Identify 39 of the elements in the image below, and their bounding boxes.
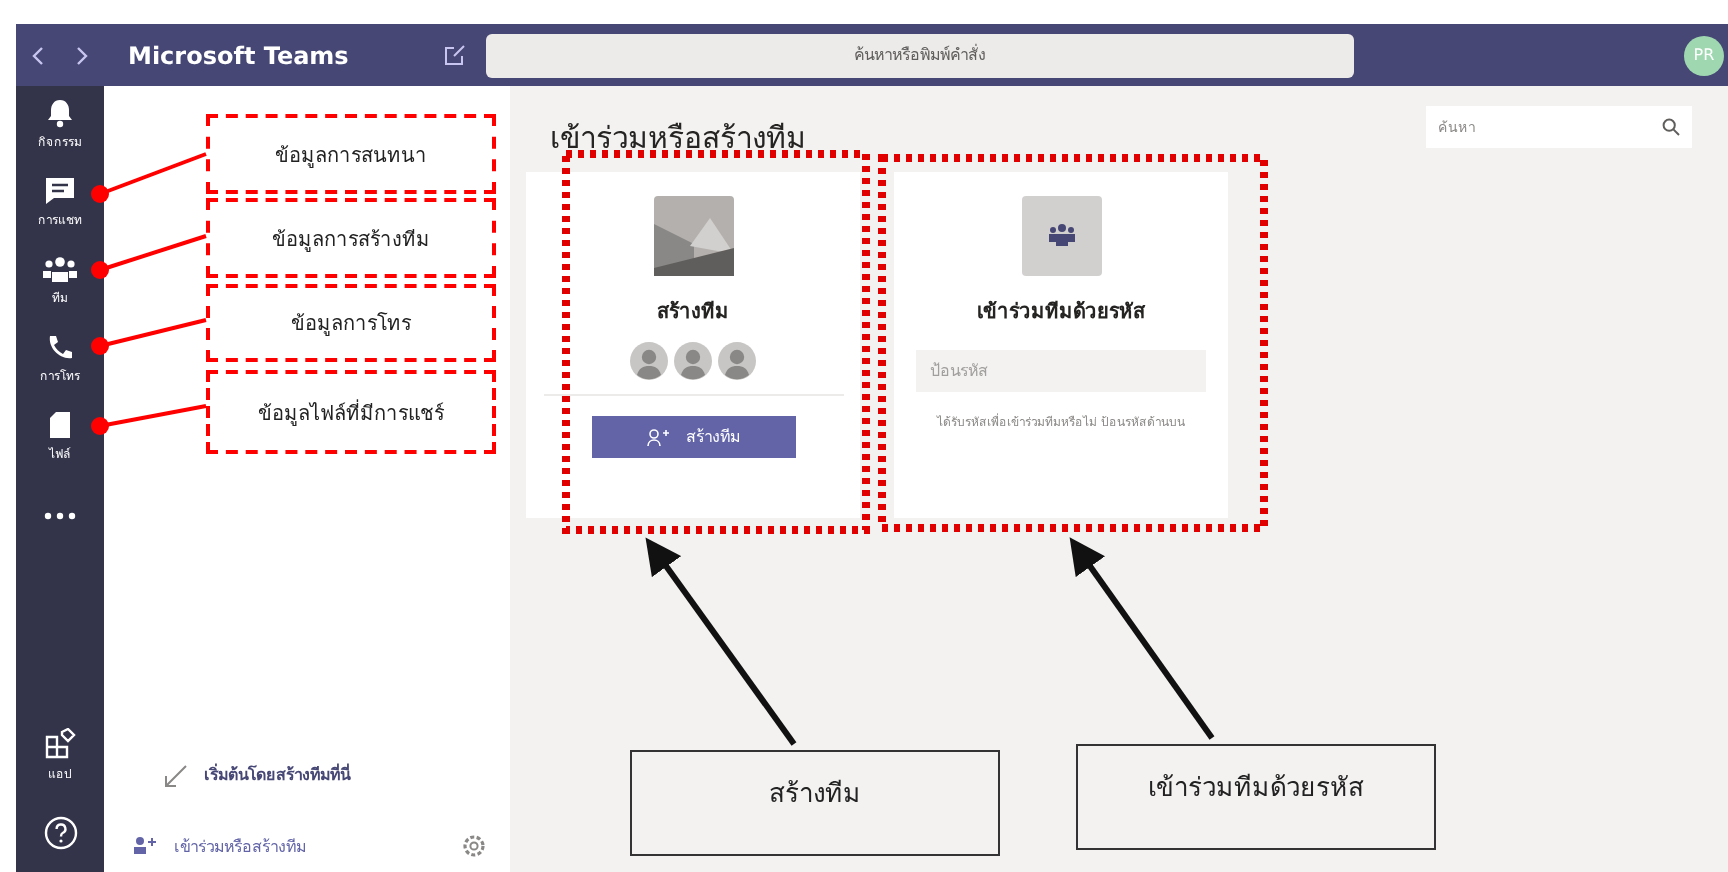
back-icon[interactable] xyxy=(32,45,44,65)
annotation-label: สร้างทีม xyxy=(630,750,1000,856)
callout-box: ข้อมูลการโทร xyxy=(206,284,496,362)
more-icon[interactable] xyxy=(44,511,76,519)
compose-icon[interactable] xyxy=(444,44,466,66)
callout-connector xyxy=(91,404,207,435)
callout-box: ข้อมูลการสร้างทีม xyxy=(206,198,496,278)
callout-connector xyxy=(91,318,207,355)
callout-box: ข้อมูลไฟล์ที่มีการแชร์ xyxy=(206,370,496,454)
page-title: เข้าร่วมหรือสร้างทีม xyxy=(550,118,806,160)
card-title: สร้างทีม xyxy=(657,298,729,326)
card-title: เข้าร่วมทีมด้วยรหัส xyxy=(977,298,1145,326)
callout-connector xyxy=(91,234,207,279)
arrow-icon xyxy=(164,763,188,787)
join-create-link[interactable]: เข้าร่วมหรือสร้างทีม xyxy=(174,833,306,859)
people-add-icon xyxy=(132,836,158,856)
people-icon xyxy=(1021,196,1101,276)
app-title: Microsoft Teams xyxy=(128,41,351,69)
search-field[interactable]: ค้นหาหรือพิมพ์คำสั่ง xyxy=(486,33,1354,77)
annotation-label: เข้าร่วมทีมด้วยรหัส xyxy=(1076,744,1436,850)
callout-box: ข้อมูลการสนทนา xyxy=(206,114,496,194)
bell-icon xyxy=(46,98,74,128)
search-icon xyxy=(1662,118,1680,136)
people-add-icon xyxy=(646,427,670,447)
person-icon xyxy=(674,342,712,380)
create-team-button[interactable]: สร้างทีม xyxy=(591,416,795,458)
people-icon xyxy=(42,255,78,283)
chat-icon xyxy=(44,176,76,206)
phone-icon xyxy=(46,333,74,361)
callout-connector xyxy=(91,152,207,203)
hint-text: เริ่มต้นโดยสร้างทีมที่นี่ xyxy=(204,762,350,788)
forward-icon[interactable] xyxy=(76,45,88,65)
settings-icon[interactable] xyxy=(462,834,486,858)
team-image-icon xyxy=(653,196,733,276)
apps-icon xyxy=(44,727,76,759)
help-icon[interactable] xyxy=(43,816,77,850)
file-icon xyxy=(48,410,72,440)
person-icon xyxy=(630,342,668,380)
person-icon xyxy=(718,342,756,380)
